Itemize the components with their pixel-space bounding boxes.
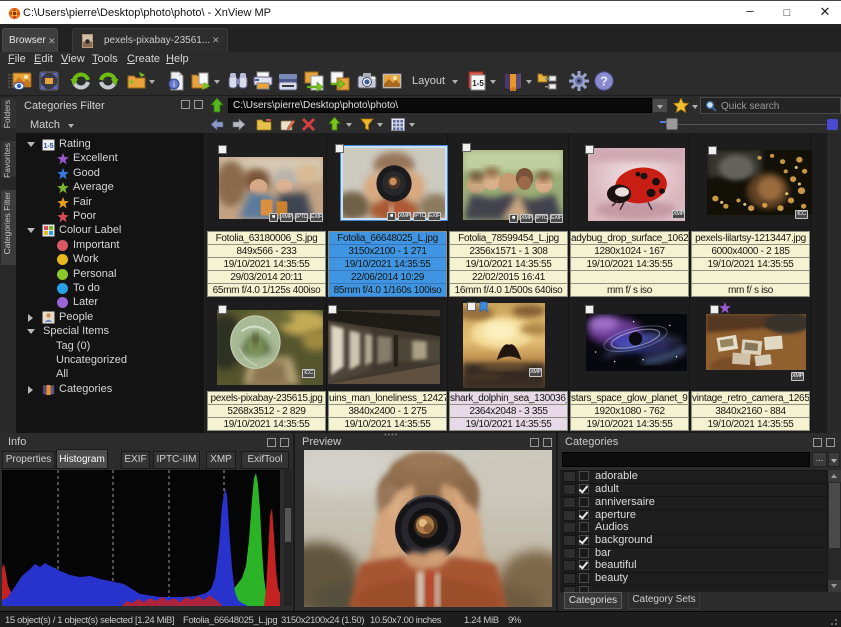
svg-text:1-5: 1-5 xyxy=(472,79,484,88)
svg-text:i: i xyxy=(173,80,175,89)
svg-text:?: ? xyxy=(600,74,608,89)
svg-text:1-5: 1-5 xyxy=(43,143,53,150)
